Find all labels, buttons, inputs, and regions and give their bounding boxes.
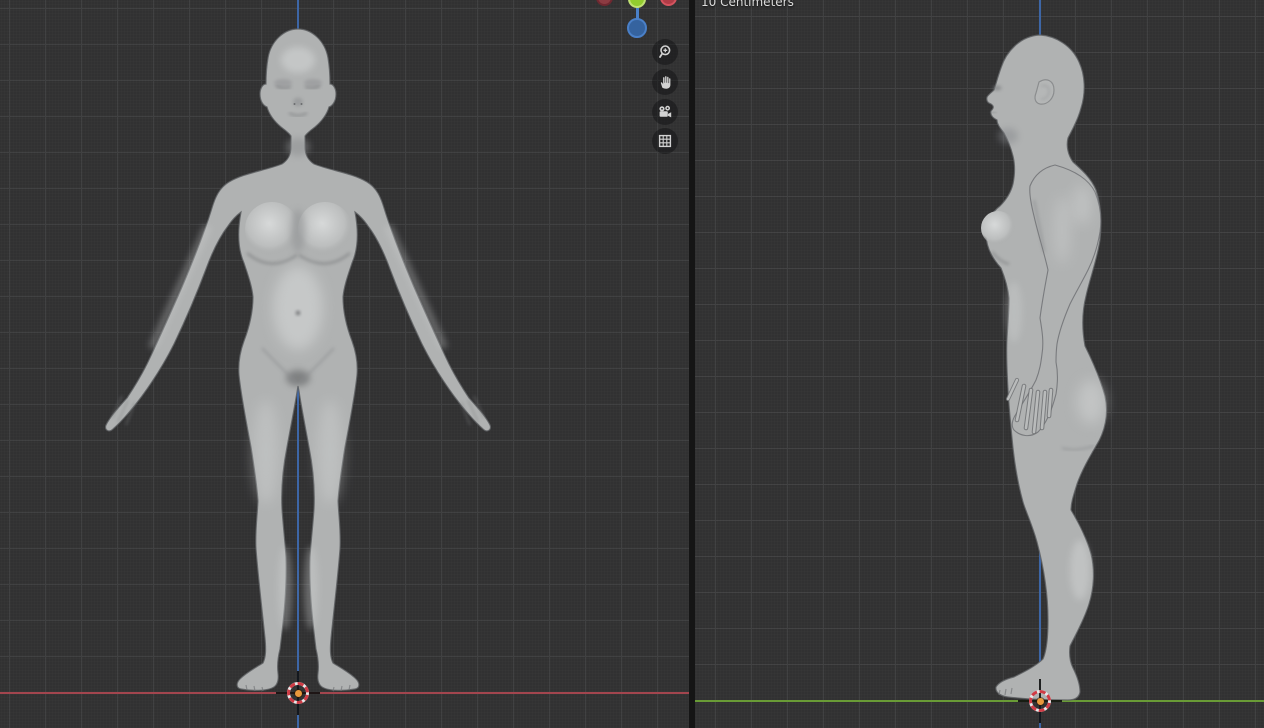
zoom-button[interactable] <box>652 39 678 65</box>
grid-ortho-button[interactable] <box>652 128 678 154</box>
object-origin-dot <box>295 690 302 697</box>
zoom-icon <box>657 44 673 60</box>
pan-button[interactable] <box>652 69 678 95</box>
3d-cursor <box>276 671 320 715</box>
grid-ortho-icon <box>657 133 673 149</box>
3d-cursor <box>1018 679 1062 723</box>
viewport-front[interactable] <box>0 0 689 728</box>
camera-view-icon <box>657 104 673 120</box>
model-front-view <box>0 0 689 728</box>
axis-z-neg-ball[interactable] <box>627 18 647 38</box>
blender-3d-workspace: 10 Centimeters <box>0 0 1264 728</box>
pan-hand-icon <box>657 74 673 90</box>
camera-view-button[interactable] <box>652 99 678 125</box>
model-side-view <box>695 0 1264 728</box>
object-origin-dot <box>1037 698 1044 705</box>
viewport-side[interactable]: 10 Centimeters <box>695 0 1264 728</box>
